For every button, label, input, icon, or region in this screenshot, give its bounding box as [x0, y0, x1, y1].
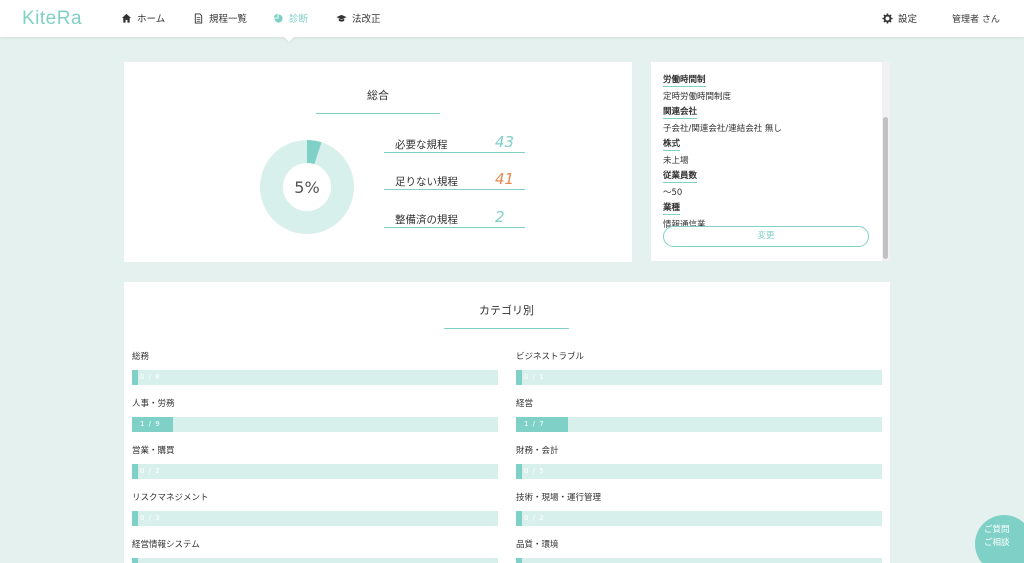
stat-completed-label: 整備済の規程	[395, 214, 458, 226]
category-item[interactable]: 総務 0 / 8	[132, 350, 498, 385]
help-line-1: ご質問	[984, 525, 1010, 535]
stat-completed: 整備済の規程 2	[384, 208, 525, 228]
category-count: 0 / 3	[140, 514, 161, 522]
category-progress-fill	[132, 464, 138, 479]
profile-label: 業種	[663, 203, 681, 215]
category-name: 技術・現場・運行管理	[516, 493, 602, 503]
category-count: 0 / 8	[140, 373, 161, 381]
category-progress-bar: 1 / 7	[516, 417, 882, 432]
summary-card: 総合 5% 必要な規程 43 足りない規程 41 整備済の規程 2	[124, 62, 632, 262]
kitera-logo[interactable]: KiteRa	[22, 8, 82, 30]
category-item[interactable]: 営業・購買 0 / 2	[132, 444, 498, 479]
user-menu[interactable]: 管理者 さん	[952, 12, 1000, 25]
category-name: 財務・会計	[516, 446, 559, 456]
category-item[interactable]: 技術・現場・運行管理 0 / 2	[516, 491, 882, 526]
category-progress-bar: 0 / 5	[516, 464, 882, 479]
nav-regulations-label: 規程一覧	[209, 14, 248, 25]
gear-icon	[882, 12, 893, 24]
category-progress-bar: 0 / 2	[132, 464, 498, 479]
category-item[interactable]: リスクマネジメント 0 / 3	[132, 491, 498, 526]
category-progress-bar	[516, 558, 882, 563]
stat-missing-value: 41	[495, 170, 515, 188]
category-name: 経営	[516, 399, 534, 409]
category-name: 人事・労務	[132, 399, 175, 409]
category-progress-fill	[132, 558, 138, 563]
home-icon	[121, 13, 132, 23]
stat-required-value: 43	[495, 133, 515, 151]
category-progress-bar: 0 / 2	[516, 511, 882, 526]
category-progress-bar: 0 / 8	[132, 370, 498, 385]
category-item[interactable]: 品質・環境	[516, 538, 882, 563]
profile-label: 関連会社	[663, 107, 698, 119]
category-name: リスクマネジメント	[132, 493, 209, 503]
help-chat-button[interactable]: ご質問 ご相談	[975, 515, 1024, 563]
active-nav-pointer	[283, 36, 295, 42]
profile-working-hours: 労働時間制 定時労働時間制度	[663, 67, 731, 102]
profile-label: 株式	[663, 139, 681, 151]
category-progress-bar: 0 / 1	[516, 370, 882, 385]
category-item[interactable]: 経営 1 / 7	[516, 397, 882, 432]
category-card: カテゴリ別 総務 0 / 8 ビジネストラブル 0 / 1 人事・労務 1 / 9 経営 1 …	[124, 282, 890, 563]
settings-label: 設定	[898, 14, 918, 25]
pie-chart-icon	[273, 13, 283, 23]
profile-label: 従業員数	[663, 171, 698, 183]
category-item[interactable]: 人事・労務 1 / 9	[132, 397, 498, 432]
donut-percent-label: 5%	[294, 177, 320, 197]
change-profile-button[interactable]: 変更	[663, 226, 869, 247]
category-count: 0 / 2	[524, 514, 545, 522]
nav-home[interactable]: ホーム	[121, 11, 165, 25]
nav-diagnosis[interactable]: 診断	[273, 11, 308, 25]
summary-title: 総合	[316, 87, 440, 114]
category-item[interactable]: ビジネストラブル 0 / 1	[516, 350, 882, 385]
stat-required-label: 必要な規程	[395, 139, 448, 151]
profile-employees: 従業員数 〜50	[663, 163, 698, 198]
category-title: カテゴリ別	[444, 302, 569, 329]
document-icon	[194, 12, 203, 24]
category-progress-fill	[132, 511, 138, 526]
category-name: 経営情報システム	[132, 540, 200, 550]
profile-industry: 業種 情報通信業	[663, 195, 706, 230]
category-progress-bar: 1 / 9	[132, 417, 498, 432]
category-item[interactable]: 財務・会計 0 / 5	[516, 444, 882, 479]
nav-home-label: ホーム	[137, 14, 166, 25]
category-progress-fill	[516, 511, 522, 526]
stat-required: 必要な規程 43	[384, 133, 525, 153]
company-profile-card: 労働時間制 定時労働時間制度 関連会社 子会社/関連会社/連結会社 無し 株式 …	[651, 62, 890, 261]
nav-regulations[interactable]: 規程一覧	[193, 11, 247, 25]
category-name: 総務	[132, 352, 150, 362]
profile-stock: 株式 未上場	[663, 131, 689, 166]
category-progress-fill	[132, 370, 138, 385]
top-navbar: KiteRa ホーム 規程一覧 診断 法改正 設定 管理者 さん	[0, 0, 1024, 37]
category-count: 0 / 5	[524, 467, 545, 475]
stat-completed-value: 2	[495, 208, 505, 226]
nav-law-revision[interactable]: 法改正	[336, 11, 381, 25]
help-line-2: ご相談	[984, 538, 1010, 548]
category-progress-fill	[516, 558, 522, 563]
category-count: 0 / 2	[140, 467, 161, 475]
category-progress-bar: 0 / 3	[132, 511, 498, 526]
category-count: 1 / 9	[140, 420, 161, 428]
category-name: 品質・環境	[516, 540, 559, 550]
category-count: 1 / 7	[524, 420, 545, 428]
category-progress-bar	[132, 558, 498, 563]
nav-diagnosis-label: 診断	[289, 14, 309, 25]
graduation-cap-icon	[336, 14, 347, 22]
stat-missing-label: 足りない規程	[395, 176, 458, 188]
category-count: 0 / 1	[524, 373, 545, 381]
profile-affiliates: 関連会社 子会社/関連会社/連結会社 無し	[663, 99, 782, 134]
profile-scrollbar-thumb[interactable]	[883, 117, 888, 259]
category-progress-fill	[516, 464, 522, 479]
category-name: 営業・購買	[132, 446, 175, 456]
category-item[interactable]: 経営情報システム	[132, 538, 498, 563]
stat-missing: 足りない規程 41	[384, 170, 525, 190]
category-progress-fill	[516, 370, 522, 385]
settings-link[interactable]: 設定	[882, 11, 917, 25]
profile-label: 労働時間制	[663, 75, 706, 87]
category-name: ビジネストラブル	[516, 352, 585, 362]
nav-law-revision-label: 法改正	[352, 14, 381, 25]
